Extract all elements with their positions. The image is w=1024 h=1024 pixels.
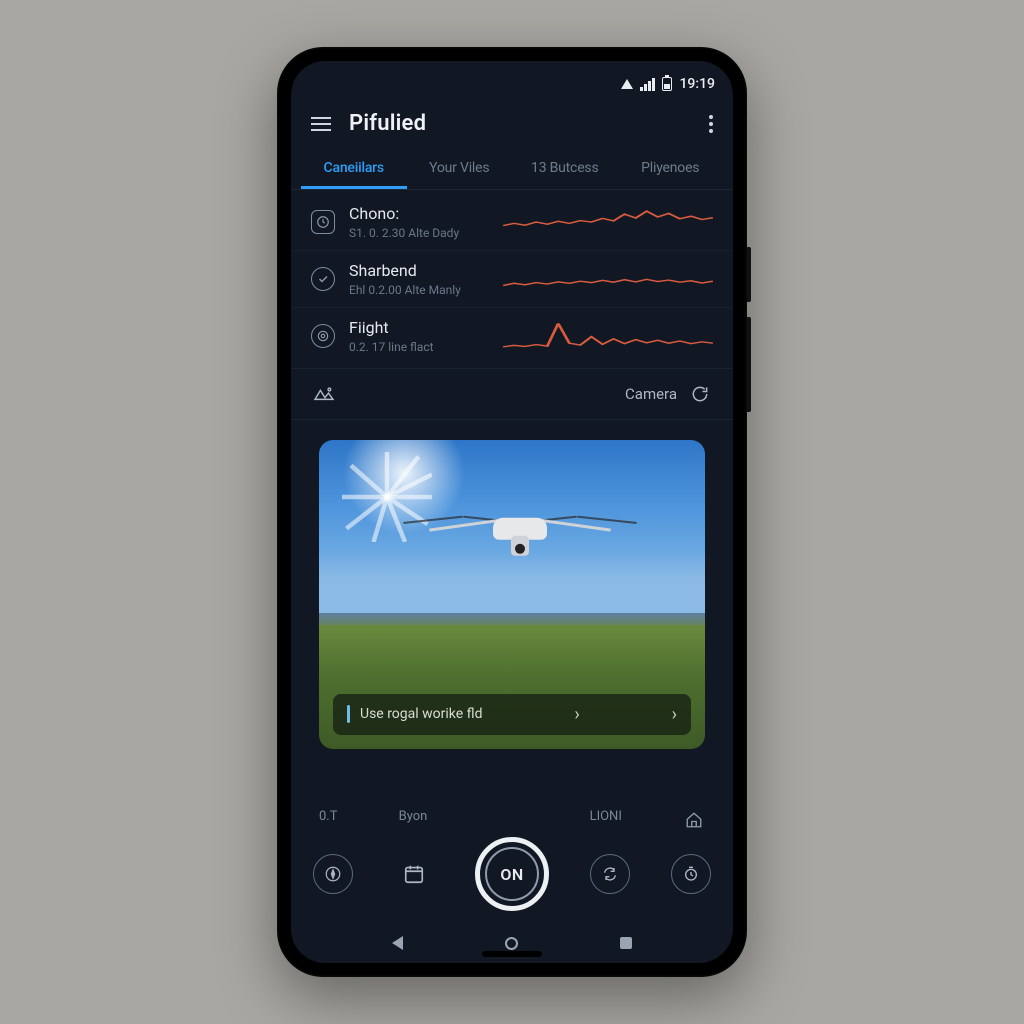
list-item-title: Chono: bbox=[349, 204, 489, 223]
mid-toolbar: Camera bbox=[291, 368, 733, 420]
nav-recent[interactable] bbox=[620, 937, 632, 949]
app-bar: Pifulied bbox=[291, 97, 733, 146]
list-item-subtitle: Ehl 0.2.00 Alte Manly bbox=[349, 283, 489, 297]
phone-chin bbox=[482, 951, 542, 957]
drone-graphic bbox=[493, 518, 547, 540]
tab-your-viles[interactable]: Your Viles bbox=[407, 152, 513, 189]
list-item[interactable]: Sharbend Ehl 0.2.00 Alte Manly bbox=[291, 251, 733, 308]
list-item-subtitle: 0.2. 17 line flact bbox=[349, 340, 489, 354]
clock-text: 19:19 bbox=[679, 76, 715, 92]
tab-13-butcess[interactable]: 13 Butcess bbox=[512, 152, 618, 189]
power-toggle-label: ON bbox=[500, 865, 523, 884]
system-nav bbox=[291, 923, 733, 963]
menu-icon[interactable] bbox=[311, 117, 331, 131]
battery-icon bbox=[662, 77, 672, 91]
list-item[interactable]: Fiight 0.2. 17 line flact bbox=[291, 308, 733, 364]
power-button bbox=[747, 247, 751, 302]
camera-preview[interactable]: Use rogal worike fld › › bbox=[319, 440, 705, 749]
phone-frame: 19:19 Pifulied Caneiilars Your Viles 13 … bbox=[277, 47, 747, 977]
chevron-right-icon: › bbox=[672, 704, 677, 725]
sparkline bbox=[503, 261, 713, 297]
controls: 0.T Byon LIONI ON bbox=[291, 799, 733, 923]
screen: 19:19 Pifulied Caneiilars Your Viles 13 … bbox=[291, 61, 733, 963]
power-toggle[interactable]: ON bbox=[475, 837, 549, 911]
overflow-icon[interactable] bbox=[709, 115, 713, 133]
sparkline bbox=[503, 318, 713, 354]
metric-list: Chono: S1. 0. 2.30 Alte Dady Sharbend Eh… bbox=[291, 190, 733, 368]
compass-button[interactable] bbox=[313, 854, 353, 894]
tab-pliyenoes[interactable]: Pliyenoes bbox=[618, 152, 724, 189]
banner-text: Use rogal worike fld bbox=[360, 706, 483, 722]
refresh-icon[interactable] bbox=[689, 383, 711, 405]
page-title: Pifulied bbox=[349, 111, 691, 136]
wifi-icon bbox=[621, 79, 633, 89]
label-right: LIONI bbox=[590, 809, 622, 831]
list-item-title: Fiight bbox=[349, 318, 489, 337]
timer-button[interactable] bbox=[671, 854, 711, 894]
list-item-subtitle: S1. 0. 2.30 Alte Dady bbox=[349, 226, 489, 240]
sun-icon bbox=[342, 452, 432, 542]
volume-button bbox=[747, 317, 751, 412]
banner-accent bbox=[347, 705, 350, 723]
camera-label[interactable]: Camera bbox=[625, 385, 677, 403]
clock-icon bbox=[311, 210, 335, 234]
sync-button[interactable] bbox=[590, 854, 630, 894]
landscape-icon[interactable] bbox=[313, 383, 335, 405]
tab-caneiilars[interactable]: Caneiilars bbox=[301, 152, 407, 189]
controls-labels: 0.T Byon LIONI bbox=[313, 809, 711, 837]
calendar-button[interactable] bbox=[394, 854, 434, 894]
sparkline bbox=[503, 204, 713, 240]
check-icon bbox=[311, 267, 335, 291]
preview-banner[interactable]: Use rogal worike fld › › bbox=[333, 694, 691, 735]
list-item[interactable]: Chono: S1. 0. 2.30 Alte Dady bbox=[291, 194, 733, 251]
camera-preview-container: Use rogal worike fld › › bbox=[291, 420, 733, 757]
controls-buttons: ON bbox=[313, 837, 711, 911]
nav-back[interactable] bbox=[392, 936, 403, 950]
chevron-right-icon: › bbox=[574, 704, 579, 725]
signal-icon bbox=[640, 78, 655, 91]
nav-home[interactable] bbox=[505, 937, 518, 950]
home-icon[interactable] bbox=[683, 809, 705, 831]
status-bar: 19:19 bbox=[291, 61, 733, 97]
label-left: 0.T bbox=[319, 809, 338, 831]
label-mid: Byon bbox=[399, 809, 428, 831]
target-icon bbox=[311, 324, 335, 348]
tab-bar: Caneiilars Your Viles 13 Butcess Pliyeno… bbox=[291, 146, 733, 190]
list-item-title: Sharbend bbox=[349, 261, 489, 280]
